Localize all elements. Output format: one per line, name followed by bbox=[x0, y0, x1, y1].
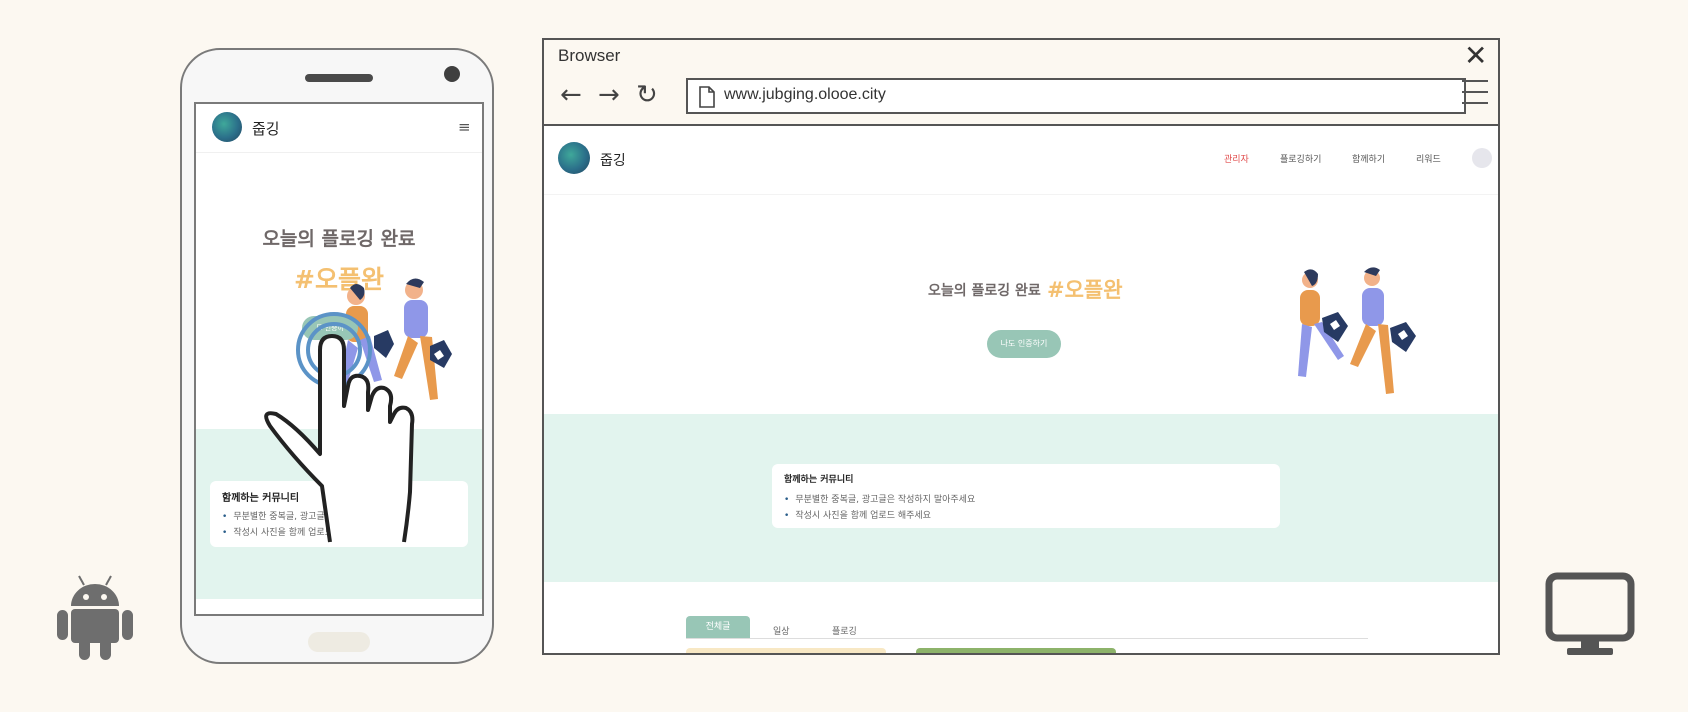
tap-gesture-hand-icon bbox=[264, 312, 415, 543]
community-rule-item: 무분별한 중복글, 광고글은 작성하지 말아주세요 bbox=[784, 492, 975, 505]
browser-menu-icon[interactable] bbox=[1462, 80, 1488, 104]
browser-window: Browser ✕ ← → ↻ www.jubging.olooe.city 줍… bbox=[542, 38, 1500, 655]
community-title: 함께하는 커뮤니티 bbox=[784, 475, 854, 485]
brand-name[interactable]: 줍깅 bbox=[252, 118, 280, 139]
community-section: 함께하는 커뮤니티 무분별한 중복글, 광고글은 작성하지 말아주세요 작성시 … bbox=[544, 414, 1498, 582]
community-rule-item: 작성시 사진을 함께 업로드 해주세요 bbox=[784, 508, 931, 521]
post-card[interactable] bbox=[686, 648, 886, 653]
brand-name[interactable]: 줍깅 bbox=[600, 150, 626, 170]
nav-plogging[interactable]: 플로깅하기 bbox=[1280, 152, 1321, 165]
brand-logo-icon[interactable] bbox=[558, 142, 590, 174]
tab-plogging[interactable]: 플로깅 bbox=[832, 624, 857, 637]
monitor-icon bbox=[1545, 572, 1635, 655]
certify-button[interactable]: 나도 인증하기 bbox=[987, 330, 1061, 358]
hero-hashtag: #오플완 bbox=[1047, 278, 1123, 302]
phone-speaker bbox=[305, 74, 373, 82]
address-bar[interactable]: www.jubging.olooe.city bbox=[686, 78, 1466, 114]
android-icon bbox=[57, 575, 133, 660]
reload-icon[interactable]: ↻ bbox=[636, 82, 658, 108]
user-avatar-icon[interactable] bbox=[1472, 148, 1492, 168]
hamburger-menu-icon[interactable]: ≡ bbox=[458, 118, 471, 136]
back-arrow-icon[interactable]: ← bbox=[560, 82, 582, 108]
url-text[interactable]: www.jubging.olooe.city bbox=[724, 86, 886, 104]
page-icon bbox=[699, 86, 715, 108]
phone-camera bbox=[444, 66, 460, 82]
tab-all[interactable]: 전체글 bbox=[686, 616, 750, 638]
plogging-joggers-illustration bbox=[1298, 267, 1416, 394]
community-card: 함께하는 커뮤니티 무분별한 중복글, 광고글은 작성하지 말아주세요 작성시 … bbox=[772, 464, 1280, 528]
hero-title: 오늘의 플로깅 완료 bbox=[262, 228, 416, 250]
hero-title: 오늘의 플로깅 완료 bbox=[928, 283, 1041, 299]
site-header: 줍깅 관리자 플로깅하기 함께하기 리워드 bbox=[544, 124, 1498, 195]
browser-chrome: Browser ✕ ← → ↻ www.jubging.olooe.city bbox=[544, 40, 1498, 126]
nav-together[interactable]: 함께하기 bbox=[1352, 152, 1385, 165]
forward-arrow-icon[interactable]: → bbox=[598, 82, 620, 108]
tab-divider bbox=[686, 638, 1368, 639]
post-card[interactable] bbox=[916, 648, 1116, 653]
brand-logo-icon[interactable] bbox=[212, 112, 242, 142]
tab-daily[interactable]: 일상 bbox=[773, 624, 790, 637]
nav-admin[interactable]: 관리자 bbox=[1224, 152, 1249, 165]
nav-reward[interactable]: 리워드 bbox=[1416, 152, 1441, 165]
mobile-header: 줍깅 ≡ bbox=[196, 104, 482, 153]
browser-title: Browser bbox=[558, 46, 621, 65]
phone-home-button[interactable] bbox=[308, 632, 370, 652]
close-icon[interactable]: ✕ bbox=[1464, 42, 1487, 70]
